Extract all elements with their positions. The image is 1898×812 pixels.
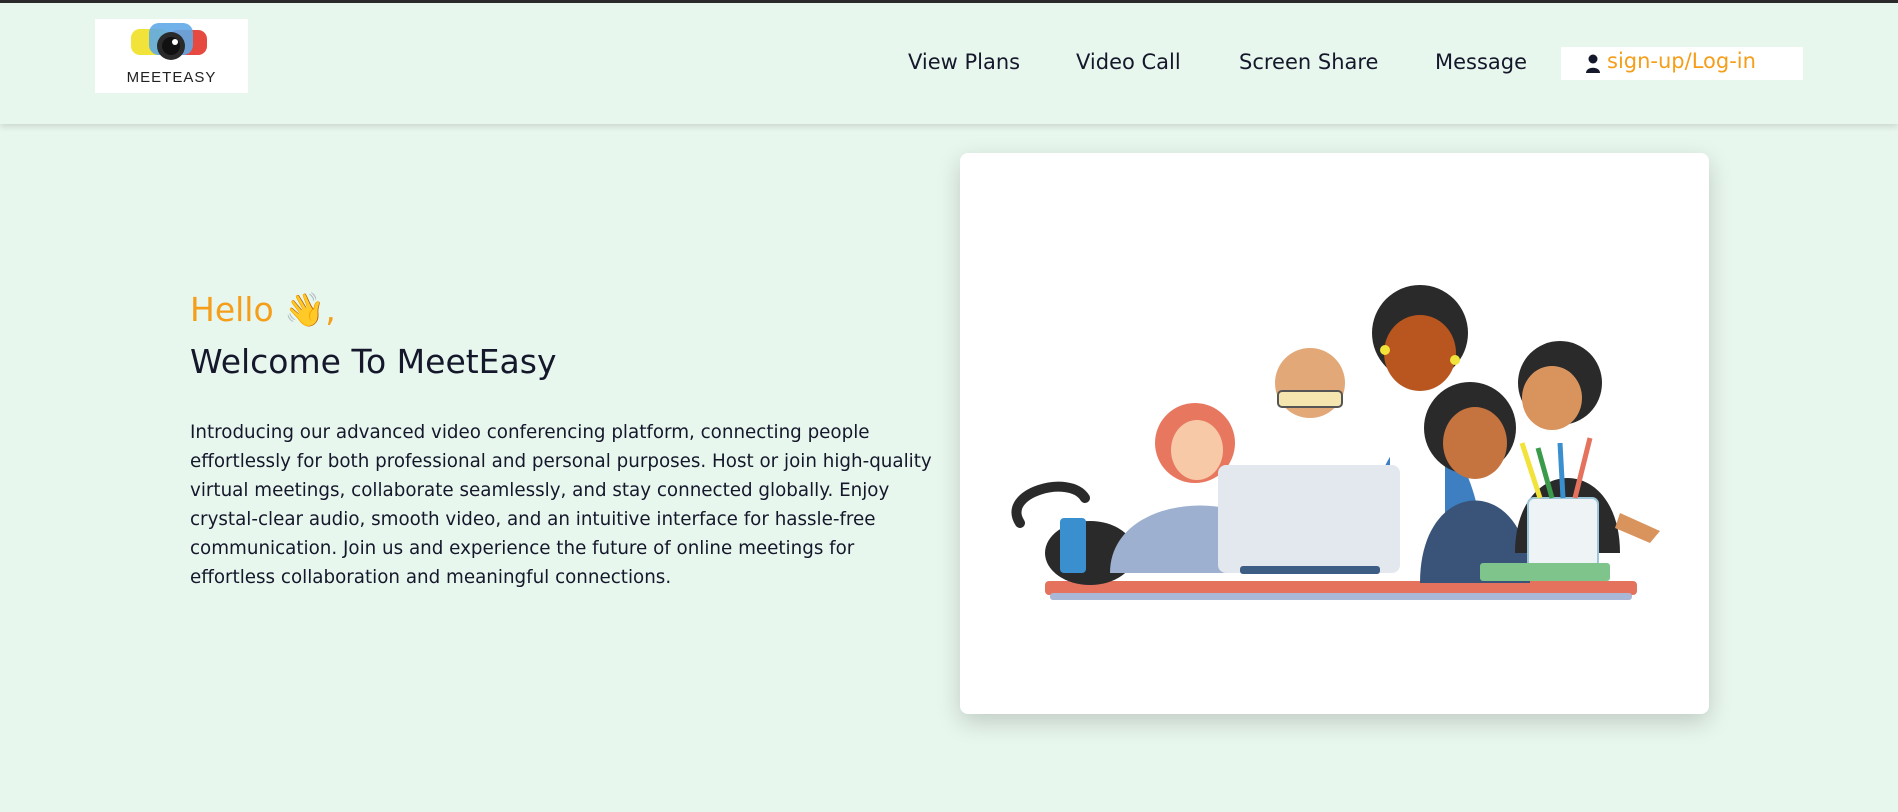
site-header: MEETEASY View Plans Video Call Screen Sh…: [0, 3, 1898, 124]
logo-text: MEETEASY: [126, 69, 217, 86]
signup-login-button[interactable]: sign-up/Log-in: [1561, 47, 1803, 80]
team-meeting-illustration: [1011, 285, 1660, 600]
hero-description: Introducing our advanced video conferenc…: [190, 422, 932, 588]
hero-title: Welcome To MeetEasy: [190, 342, 557, 381]
hero-greeting: Hello 👋,: [190, 290, 336, 329]
login-label: sign-up/Log-in: [1607, 49, 1756, 73]
nav-video-call[interactable]: Video Call: [1076, 50, 1181, 74]
nav-message[interactable]: Message: [1435, 50, 1527, 74]
user-icon: [1586, 54, 1600, 73]
nav-view-plans[interactable]: View Plans: [908, 50, 1020, 74]
brand-logo[interactable]: MEETEASY: [95, 19, 248, 93]
hero-illustration-card: [960, 153, 1709, 714]
nav-screen-share[interactable]: Screen Share: [1239, 50, 1378, 74]
